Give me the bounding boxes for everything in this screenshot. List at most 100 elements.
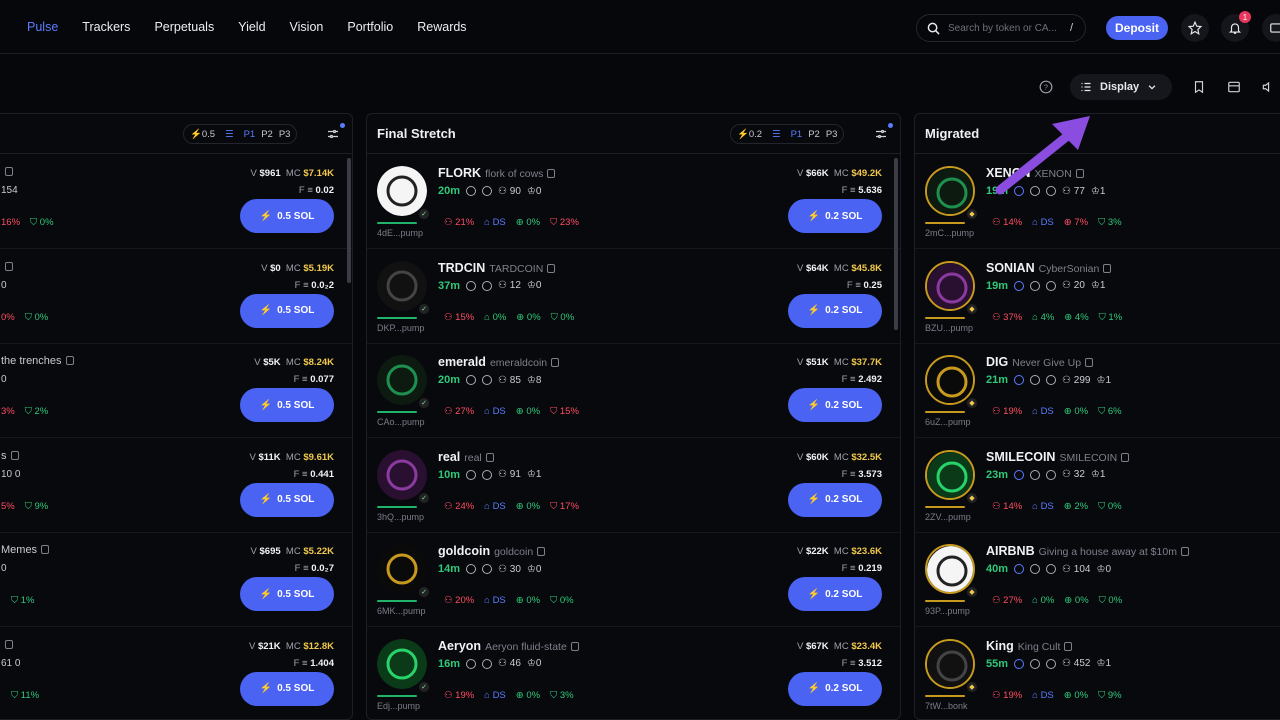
quick-buy-settings[interactable]: ⚡0.5 ☰ P1 P2 P3	[183, 124, 298, 144]
token-row[interactable]: 154 16% ⛉ 0% V $961 MC $7.14K F ≡ 0.02 ⚡ 0…	[0, 154, 352, 249]
quick-buy-button[interactable]: ⚡ 0.5 SOL	[240, 577, 334, 611]
wallet-button[interactable]	[1262, 14, 1280, 42]
copy-icon[interactable]	[1103, 263, 1112, 273]
quick-buy-button[interactable]: ⚡ 0.2 SOL	[788, 577, 882, 611]
copy-icon[interactable]	[5, 639, 13, 649]
contract-address[interactable]: CAo...pump	[377, 417, 425, 427]
bookmark-icon[interactable]	[1192, 80, 1206, 94]
quick-buy-button[interactable]: ⚡ 0.2 SOL	[788, 388, 882, 422]
pump-badge-icon: ✓	[418, 302, 430, 315]
preset-p1[interactable]: P1	[791, 129, 803, 140]
search-icon	[482, 564, 493, 574]
token-row[interactable]: 0 0% ⛉ 0% V $0 MC $5.19K F ≡ 0.0₂2 ⚡ 0.5 S…	[0, 249, 352, 344]
token-row[interactable]: ✓ DKP...pump TRDCIN TARDCOIN 37m ⚇ 12 ♔0 …	[367, 249, 900, 344]
copy-icon[interactable]	[5, 261, 13, 271]
nav-perpetuals[interactable]: Perpetuals	[154, 20, 214, 34]
token-row[interactable]: ◆ 6uZ...pump DIG Never Give Up 21m ⚇ 299 …	[915, 343, 1280, 438]
columns-icon[interactable]	[1227, 80, 1241, 94]
preset-p2[interactable]: P2	[261, 129, 273, 140]
token-row[interactable]: ◆ 7tW...bonk King King Cult 55m ⚇ 452 ♔1 …	[915, 627, 1280, 720]
token-row[interactable]: ◆ BZU...pump SONIAN CyberSonian 19m ⚇ 20 …	[915, 249, 1280, 344]
contract-address[interactable]: 93P...pump	[925, 606, 970, 616]
token-row[interactable]: ✓ 4dE...pump FLORK flork of cows 20m ⚇ 90…	[367, 154, 900, 249]
copy-icon[interactable]	[547, 263, 556, 273]
contract-address[interactable]: 3hQ...pump	[377, 512, 424, 522]
deposit-button[interactable]: Deposit	[1106, 16, 1168, 40]
contract-address[interactable]: DKP...pump	[377, 323, 424, 333]
token-row[interactable]: ◆ 93P...pump AIRBNB Giving a house away a…	[915, 532, 1280, 627]
token-meta: 19m ⚇ 20 ♔1	[986, 280, 1105, 292]
filter-icon[interactable]	[327, 128, 339, 140]
quick-buy-button[interactable]: ⚡ 0.2 SOL	[788, 293, 882, 328]
copy-icon[interactable]	[1180, 547, 1189, 556]
insiders-stat: ⛉ 17%	[550, 500, 579, 512]
token-row[interactable]: ◆ 2ZV...pump SMILECOIN SMILECOIN 23m ⚇ 32…	[915, 438, 1280, 533]
token-row[interactable]: ✓ 3hQ...pump real real 10m ⚇ 91 ♔1 ⚇ 24% …	[367, 438, 900, 533]
preset-p3[interactable]: P3	[826, 129, 838, 140]
nav-portfolio[interactable]: Portfolio	[347, 20, 393, 34]
contract-address[interactable]: 6uZ...pump	[925, 417, 971, 427]
display-dropdown-button[interactable]: Display	[1070, 74, 1172, 100]
top10-holders-stat: ⚇ 19%	[992, 689, 1023, 701]
quick-buy-button[interactable]: ⚡ 0.5 SOL	[240, 199, 334, 233]
contract-address[interactable]: 6MK...pump	[377, 606, 426, 616]
contract-address[interactable]: BZU...pump	[925, 323, 973, 333]
copy-icon[interactable]	[537, 547, 546, 556]
copy-icon[interactable]	[485, 452, 494, 462]
quick-buy-button[interactable]: ⚡ 0.2 SOL	[788, 482, 882, 517]
copy-icon[interactable]	[1085, 358, 1094, 367]
preset-p3[interactable]: P3	[279, 129, 291, 140]
volume-icon[interactable]	[1261, 80, 1275, 94]
scrollbar[interactable]	[894, 158, 898, 330]
contract-address[interactable]: 7tW...bonk	[925, 701, 968, 711]
top10-holders-stat: ⚇ 21%	[444, 217, 475, 228]
nav-trackers[interactable]: Trackers	[82, 20, 130, 34]
preset-p1[interactable]: P1	[244, 129, 256, 140]
copy-icon[interactable]	[570, 641, 579, 651]
nav-vision[interactable]: Vision	[290, 20, 324, 34]
scrollbar[interactable]	[347, 158, 351, 283]
holders-count: ⚇ 85	[498, 374, 521, 386]
copy-icon[interactable]	[1121, 452, 1130, 462]
token-row[interactable]: 61 0 ⛉ 11% V $21K MC $12.8K F ≡ 1.404 ⚡ 0…	[0, 627, 352, 720]
quick-buy-button[interactable]: ⚡ 0.2 SOL	[788, 671, 882, 706]
contract-address[interactable]: Edj...pump	[377, 701, 420, 711]
preset-p2[interactable]: P2	[808, 129, 820, 140]
token-row[interactable]: ✓ Edj...pump Aeryon Aeryon fluid-state 16…	[367, 627, 900, 720]
quick-buy-button[interactable]: ⚡ 0.5 SOL	[240, 482, 334, 517]
nav-yield[interactable]: Yield	[238, 20, 265, 34]
nav-pulse[interactable]: Pulse	[27, 20, 58, 34]
notifications-button[interactable]: 1	[1221, 11, 1251, 42]
copy-icon[interactable]	[551, 358, 560, 367]
quick-buy-button[interactable]: ⚡ 0.5 SOL	[240, 388, 334, 422]
contract-address[interactable]: 2ZV...pump	[925, 512, 971, 522]
column-title: Final Stretch	[377, 126, 456, 141]
watchlist-button[interactable]	[1181, 14, 1209, 42]
nav-rewards[interactable]: Rewards	[417, 20, 466, 34]
token-row[interactable]: s 10 0 5% ⛉ 9% V $11K MC $9.61K F ≡ 0.441…	[0, 438, 352, 533]
quick-buy-settings[interactable]: ⚡0.2 ☰ P1 P2 P3	[730, 124, 845, 144]
copy-icon[interactable]	[5, 167, 13, 176]
copy-icon[interactable]	[10, 450, 19, 460]
quick-buy-button[interactable]: ⚡ 0.5 SOL	[240, 293, 334, 328]
copy-icon[interactable]	[65, 356, 74, 365]
token-name	[1, 639, 13, 651]
quick-buy-button[interactable]: ⚡ 0.2 SOL	[788, 199, 882, 233]
token-row[interactable]: ✓ CAo...pump emerald emeraldcoin 20m ⚇ 85…	[367, 343, 900, 438]
top10-holders-stat: ⚇ 24%	[444, 500, 475, 512]
contract-address[interactable]: 4dE...pump	[377, 228, 423, 238]
quick-buy-button[interactable]: ⚡ 0.5 SOL	[240, 671, 334, 706]
help-icon[interactable]: ?	[1039, 80, 1053, 94]
token-meta: 55m ⚇ 452 ♔1	[986, 658, 1111, 670]
copy-icon[interactable]	[41, 545, 50, 554]
token-row[interactable]: the trenches 0 3% ⛉ 2% V $5K MC $8.24K F …	[0, 343, 352, 438]
token-row[interactable]: Memes 0 ⛉ 1% V $695 MC $5.22K F ≡ 0.0₂7 …	[0, 532, 352, 627]
filter-icon[interactable]	[875, 128, 887, 140]
token-age: 40m	[986, 563, 1009, 575]
token-row[interactable]: ✓ 6MK...pump goldcoin goldcoin 14m ⚇ 30 ♔…	[367, 532, 900, 627]
search-input[interactable]: Search by token or CA... /	[916, 14, 1086, 42]
copy-icon[interactable]	[1064, 641, 1073, 651]
copy-icon[interactable]	[547, 169, 556, 178]
contract-address[interactable]: 2mC...pump	[925, 228, 974, 238]
insiders-stat: ⛉ 9%	[1098, 689, 1122, 701]
